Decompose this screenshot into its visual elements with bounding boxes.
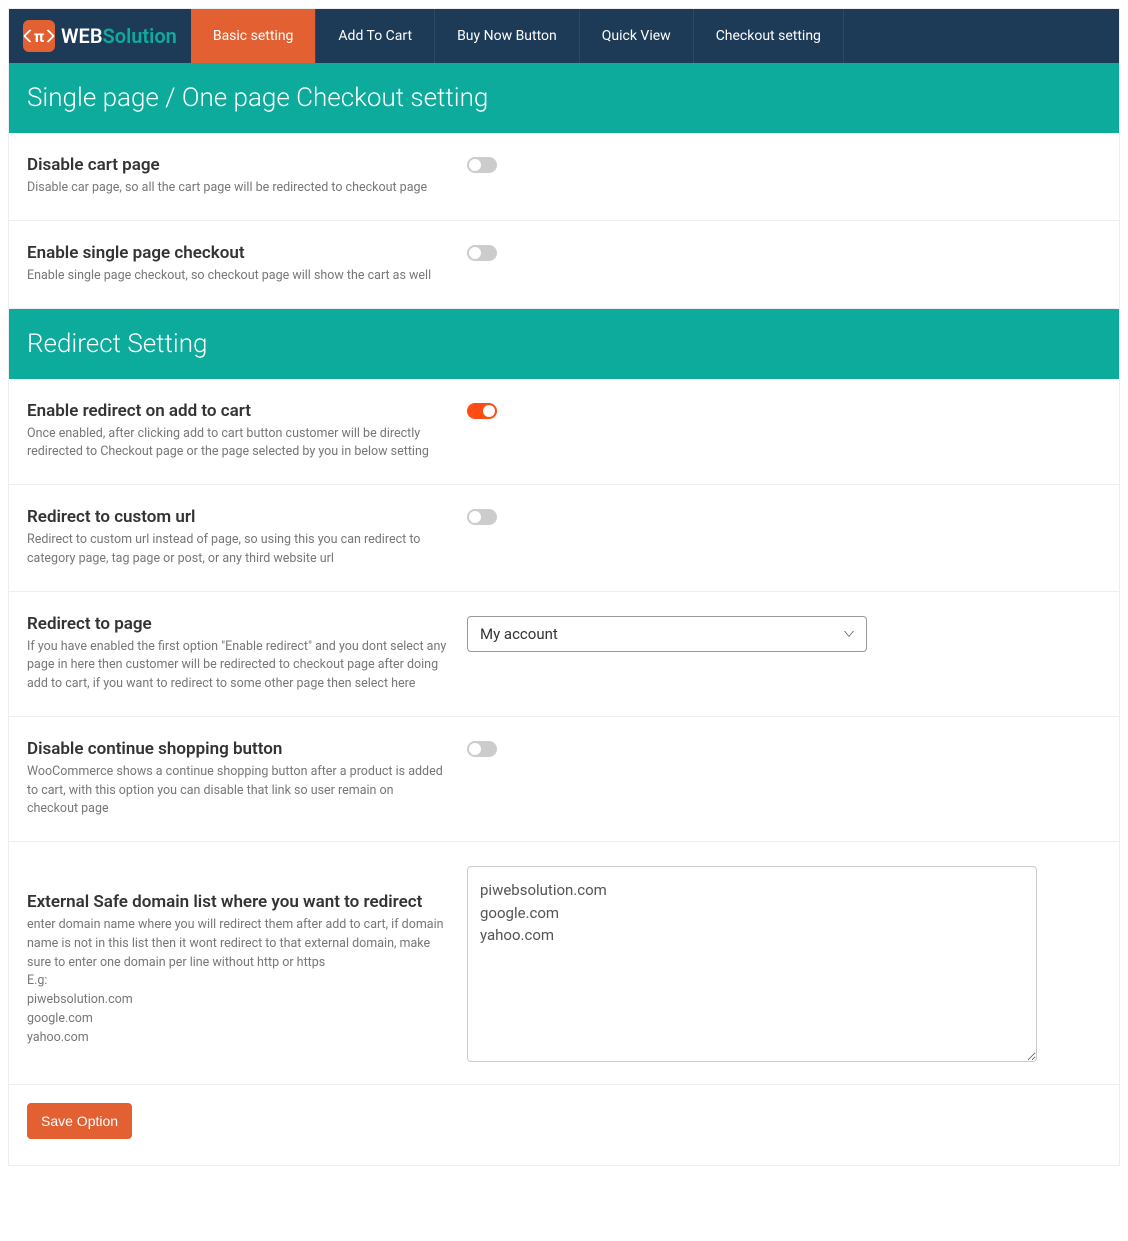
chevron-down-icon (844, 631, 854, 637)
setting-desc: Disable car page, so all the cart page w… (27, 179, 447, 198)
setting-disable-continue-shopping: Disable continue shopping button WooComm… (9, 717, 1119, 842)
logo-text: WEBSolution (61, 24, 177, 48)
setting-enable-redirect: Enable redirect on add to cart Once enab… (9, 379, 1119, 486)
select-value: My account (480, 625, 558, 643)
save-button[interactable]: Save Option (27, 1103, 132, 1139)
toggle-enable-single-page[interactable] (467, 245, 497, 261)
setting-title: Redirect to custom url (27, 507, 447, 527)
setting-title: Enable single page checkout (27, 243, 447, 263)
setting-enable-single-page: Enable single page checkout Enable singl… (9, 221, 1119, 309)
select-redirect-page[interactable]: My account (467, 616, 867, 652)
toggle-redirect-custom-url[interactable] (467, 509, 497, 525)
section-header-redirect: Redirect Setting (9, 309, 1119, 379)
toggle-disable-continue-shopping[interactable] (467, 741, 497, 757)
topbar: π WEBSolution Basic setting Add To Cart … (9, 9, 1119, 63)
toggle-disable-cart[interactable] (467, 157, 497, 173)
section-header-checkout: Single page / One page Checkout setting (9, 63, 1119, 133)
setting-title: Disable cart page (27, 155, 447, 175)
tab-checkout-setting[interactable]: Checkout setting (694, 9, 844, 63)
textarea-external-domains[interactable] (467, 866, 1037, 1062)
setting-desc: Enable single page checkout, so checkout… (27, 267, 447, 286)
footer: Save Option (9, 1085, 1119, 1165)
logo-icon: π (23, 20, 55, 52)
tab-add-to-cart[interactable]: Add To Cart (316, 9, 435, 63)
tab-quick-view[interactable]: Quick View (580, 9, 694, 63)
setting-desc: enter domain name where you will redirec… (27, 916, 447, 1047)
toggle-enable-redirect[interactable] (467, 403, 497, 419)
setting-desc: If you have enabled the first option "En… (27, 638, 447, 694)
setting-redirect-to-page: Redirect to page If you have enabled the… (9, 592, 1119, 717)
setting-disable-cart: Disable cart page Disable car page, so a… (9, 133, 1119, 221)
tabs: Basic setting Add To Cart Buy Now Button… (191, 9, 844, 63)
tab-buy-now-button[interactable]: Buy Now Button (435, 9, 580, 63)
tab-basic-setting[interactable]: Basic setting (191, 9, 317, 63)
logo: π WEBSolution (9, 9, 191, 63)
setting-desc: Once enabled, after clicking add to cart… (27, 425, 447, 463)
setting-title: Redirect to page (27, 614, 447, 634)
setting-desc: Redirect to custom url instead of page, … (27, 531, 447, 569)
setting-external-safe-domains: External Safe domain list where you want… (9, 842, 1119, 1085)
setting-title: Enable redirect on add to cart (27, 401, 447, 421)
setting-redirect-custom-url: Redirect to custom url Redirect to custo… (9, 485, 1119, 592)
logo-symbol: π (34, 27, 44, 46)
setting-title: Disable continue shopping button (27, 739, 447, 759)
setting-desc: WooCommerce shows a continue shopping bu… (27, 763, 447, 819)
setting-title: External Safe domain list where you want… (27, 892, 447, 912)
